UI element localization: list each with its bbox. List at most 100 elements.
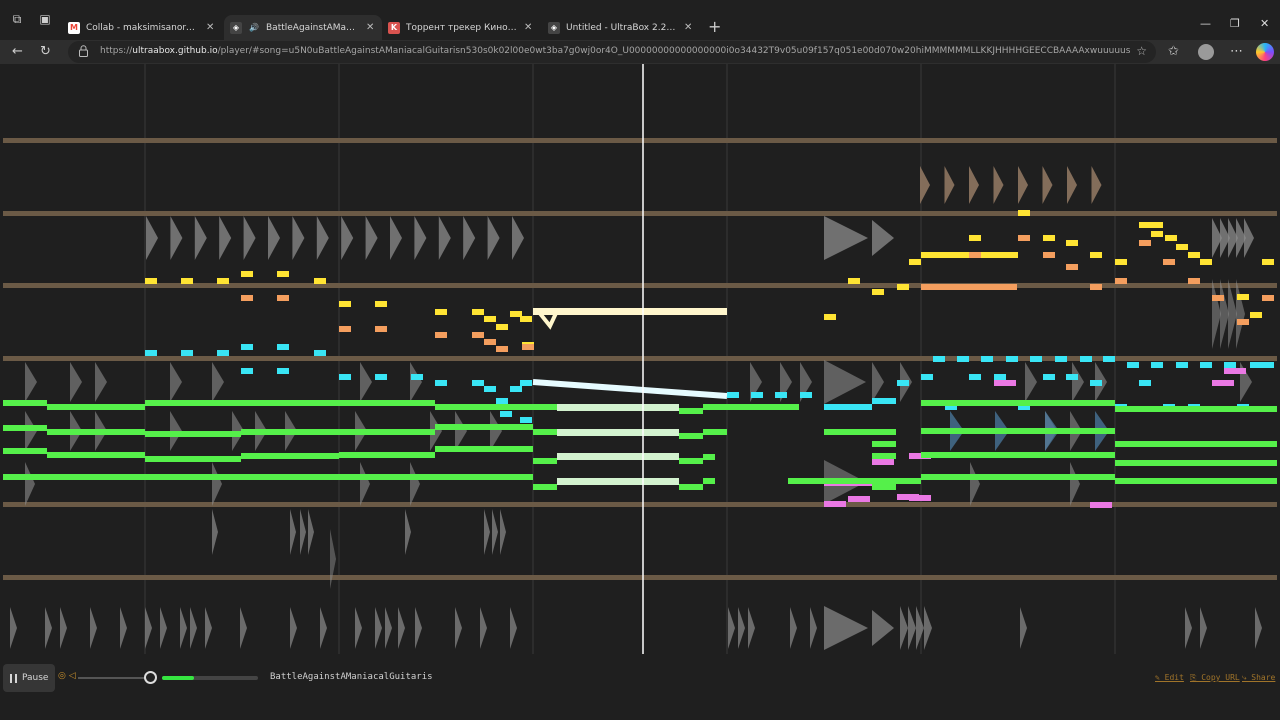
note — [3, 425, 47, 431]
share-link[interactable]: ⤷ Share — [1242, 673, 1275, 683]
note — [1043, 235, 1055, 241]
drum-hit — [790, 607, 797, 649]
note — [727, 404, 799, 410]
note — [339, 301, 351, 307]
note — [703, 404, 727, 410]
drum-hit — [1220, 279, 1229, 349]
maximize-icon[interactable]: ❐ — [1230, 17, 1240, 30]
note — [339, 452, 435, 458]
url-path: /player/#song=u5N0uBattleAgainstAManiaca… — [217, 46, 1130, 56]
close-icon[interactable]: ✕ — [206, 22, 216, 33]
drum-hit — [463, 216, 476, 260]
drum-hit — [405, 509, 411, 555]
note — [375, 374, 387, 380]
bookmark-star-icon[interactable]: ☆ — [1136, 44, 1147, 58]
note — [533, 429, 557, 435]
favorites-icon[interactable]: ✩ — [1168, 44, 1179, 59]
note — [145, 350, 157, 356]
tab-ultrabox-editor[interactable]: ◈ Untitled - UltraBox 2.2.15 ✕ — [542, 15, 700, 40]
address-bar[interactable]: https://ultraabox.github.io/player/#song… — [68, 41, 1156, 63]
drum-hit — [1025, 362, 1037, 402]
drum-hit — [355, 607, 362, 649]
close-icon[interactable]: ✕ — [524, 22, 534, 33]
note — [557, 404, 679, 411]
note — [1151, 231, 1163, 237]
note — [969, 252, 981, 258]
note — [314, 350, 326, 356]
pause-button[interactable]: Pause — [3, 664, 55, 692]
note — [1212, 295, 1224, 301]
note — [1115, 278, 1127, 284]
tab-title: BattleAgainstAManiacalGuitarisn — [266, 22, 360, 33]
tab-title: Торрент трекер Кинозал.ТВ — [406, 22, 518, 33]
tab-gmail[interactable]: M Collab - maksimisanormalkid@gmail.com … — [62, 15, 222, 40]
kinozal-icon: K — [388, 21, 400, 34]
drum-hit — [872, 610, 894, 646]
note — [800, 392, 812, 398]
drum-hit — [410, 462, 420, 506]
drum-hit — [120, 607, 127, 649]
drum-hit — [908, 606, 916, 650]
back-icon[interactable]: ← — [12, 44, 23, 59]
note — [47, 452, 145, 458]
reload-icon[interactable]: ↻ — [40, 44, 51, 59]
workspaces-icon[interactable]: ⧉ — [8, 10, 26, 28]
playback-progress[interactable] — [162, 676, 258, 680]
note — [339, 374, 351, 380]
drum-hit — [1067, 166, 1077, 204]
note-slides — [532, 309, 728, 399]
lock-icon — [79, 45, 88, 57]
tab-kinozal[interactable]: K Торрент трекер Кинозал.ТВ ✕ — [382, 15, 540, 40]
drum-hit — [487, 216, 500, 260]
note — [994, 380, 1016, 386]
new-tab-button[interactable]: + — [708, 17, 721, 36]
note — [1115, 478, 1277, 484]
note — [1262, 259, 1274, 265]
close-icon[interactable]: ✕ — [684, 22, 694, 33]
note — [957, 356, 969, 362]
copy-url-link[interactable]: ⎘ Copy URL — [1190, 673, 1240, 683]
note-slide — [532, 379, 728, 399]
speaker-icon[interactable]: 🔊 — [248, 22, 260, 34]
drum-hit — [300, 509, 306, 555]
drum-hit — [360, 362, 372, 402]
drum-hit — [341, 216, 354, 260]
note — [703, 429, 727, 435]
drum-hit — [212, 462, 222, 506]
drum-hit — [194, 216, 207, 260]
close-window-icon[interactable]: ✕ — [1260, 17, 1269, 30]
volume-knob[interactable] — [144, 671, 157, 684]
note — [510, 386, 522, 392]
playback-progress-fill — [162, 676, 194, 680]
note — [411, 374, 423, 380]
note — [848, 496, 870, 502]
tab-ultrabox-player[interactable]: ◈ 🔊 BattleAgainstAManiacalGuitarisn ✕ — [224, 15, 382, 40]
drum-hit — [10, 607, 17, 649]
drum-hit — [810, 607, 817, 649]
note — [1165, 235, 1177, 241]
note — [1250, 312, 1262, 318]
drum-hit — [180, 607, 187, 649]
tab-actions-icon[interactable]: ▣ — [36, 10, 54, 28]
drum-hit — [728, 607, 735, 649]
edit-link[interactable]: ✎ Edit — [1155, 673, 1184, 682]
copilot-icon[interactable] — [1256, 43, 1274, 61]
drum-hit — [360, 462, 370, 506]
drum-hit — [170, 362, 182, 402]
note — [181, 278, 193, 284]
close-icon[interactable]: ✕ — [366, 22, 376, 33]
drum-hit — [900, 606, 908, 650]
volume-slider[interactable] — [78, 677, 148, 679]
note — [533, 484, 557, 490]
note — [909, 259, 921, 265]
drum-hit — [438, 216, 451, 260]
note — [921, 374, 933, 380]
profile-avatar[interactable] — [1198, 44, 1214, 60]
note — [533, 404, 557, 410]
minimize-icon[interactable]: — — [1200, 17, 1211, 30]
extensions-icon[interactable]: ⋯ — [1230, 44, 1243, 59]
drum-hit — [385, 607, 392, 649]
drum-hit — [1200, 607, 1207, 649]
volume-icon: ◎ ◁ — [58, 671, 76, 681]
note — [679, 484, 703, 490]
